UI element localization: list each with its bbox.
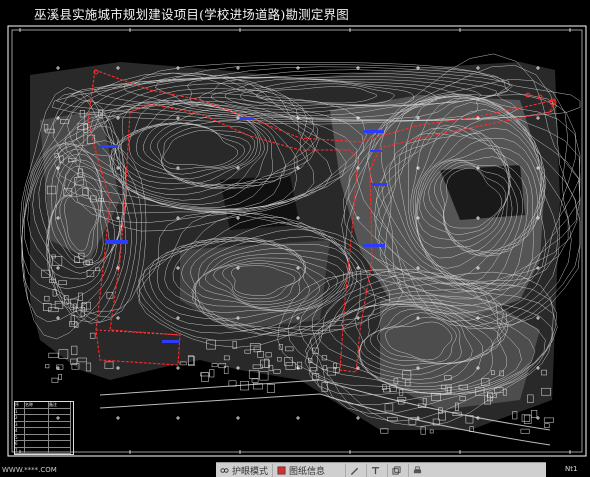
building bbox=[48, 352, 59, 358]
pen-icon bbox=[350, 467, 359, 475]
annotate-button[interactable] bbox=[345, 463, 366, 477]
legend-cell bbox=[25, 447, 49, 454]
drawing-info-button[interactable]: 图纸信息 bbox=[272, 463, 329, 477]
grid-cross bbox=[296, 416, 300, 420]
terrain-fill bbox=[30, 62, 560, 430]
building bbox=[543, 417, 554, 423]
building bbox=[211, 363, 218, 368]
text-button[interactable] bbox=[366, 463, 387, 477]
grid-cross bbox=[176, 416, 180, 420]
building bbox=[429, 429, 434, 434]
eye-care-label: 护眼模式 bbox=[232, 466, 269, 477]
viewer-toolbar: 护眼模式 图纸信息 bbox=[216, 462, 546, 477]
text-icon bbox=[371, 466, 380, 474]
cad-viewport[interactable]: 巫溪县实施城市规划建设项目(学校进场道路)勘测定界图 序 名称 备注 1 2 3… bbox=[0, 0, 590, 477]
building bbox=[223, 366, 229, 374]
grid-cross bbox=[296, 66, 300, 70]
building bbox=[51, 377, 59, 383]
building bbox=[201, 372, 209, 382]
grid-cross bbox=[116, 416, 120, 420]
status-text: WWW.****.COM bbox=[2, 466, 57, 474]
building bbox=[523, 414, 532, 424]
print-button[interactable] bbox=[408, 463, 429, 477]
copy-icon bbox=[392, 465, 401, 475]
glasses-icon bbox=[220, 467, 229, 473]
legend-cell bbox=[49, 447, 71, 454]
eye-care-button[interactable]: 护眼模式 bbox=[216, 464, 272, 477]
building bbox=[58, 374, 62, 380]
legend-table: 序名称 备注 1 2 3 4 5 6 7 bbox=[14, 401, 74, 455]
grid-cross bbox=[56, 66, 60, 70]
building bbox=[520, 428, 530, 434]
building bbox=[544, 423, 550, 428]
grid-cross bbox=[356, 66, 360, 70]
building bbox=[45, 364, 50, 369]
print-icon bbox=[413, 465, 422, 473]
building bbox=[251, 378, 259, 383]
building bbox=[266, 384, 275, 393]
grid-cross bbox=[176, 366, 180, 370]
building bbox=[531, 410, 538, 418]
drawing-info-label: 图纸信息 bbox=[289, 466, 326, 477]
cad-drawing-canvas[interactable] bbox=[0, 0, 590, 476]
copy-button[interactable] bbox=[387, 463, 408, 477]
building bbox=[209, 369, 215, 378]
grid-cross bbox=[236, 416, 240, 420]
page-label: Nt1 bbox=[565, 465, 578, 473]
building bbox=[521, 414, 531, 422]
layer-icon bbox=[277, 465, 286, 475]
building bbox=[200, 372, 210, 377]
legend-cell: 7 bbox=[15, 447, 25, 454]
grid-cross bbox=[536, 416, 540, 420]
